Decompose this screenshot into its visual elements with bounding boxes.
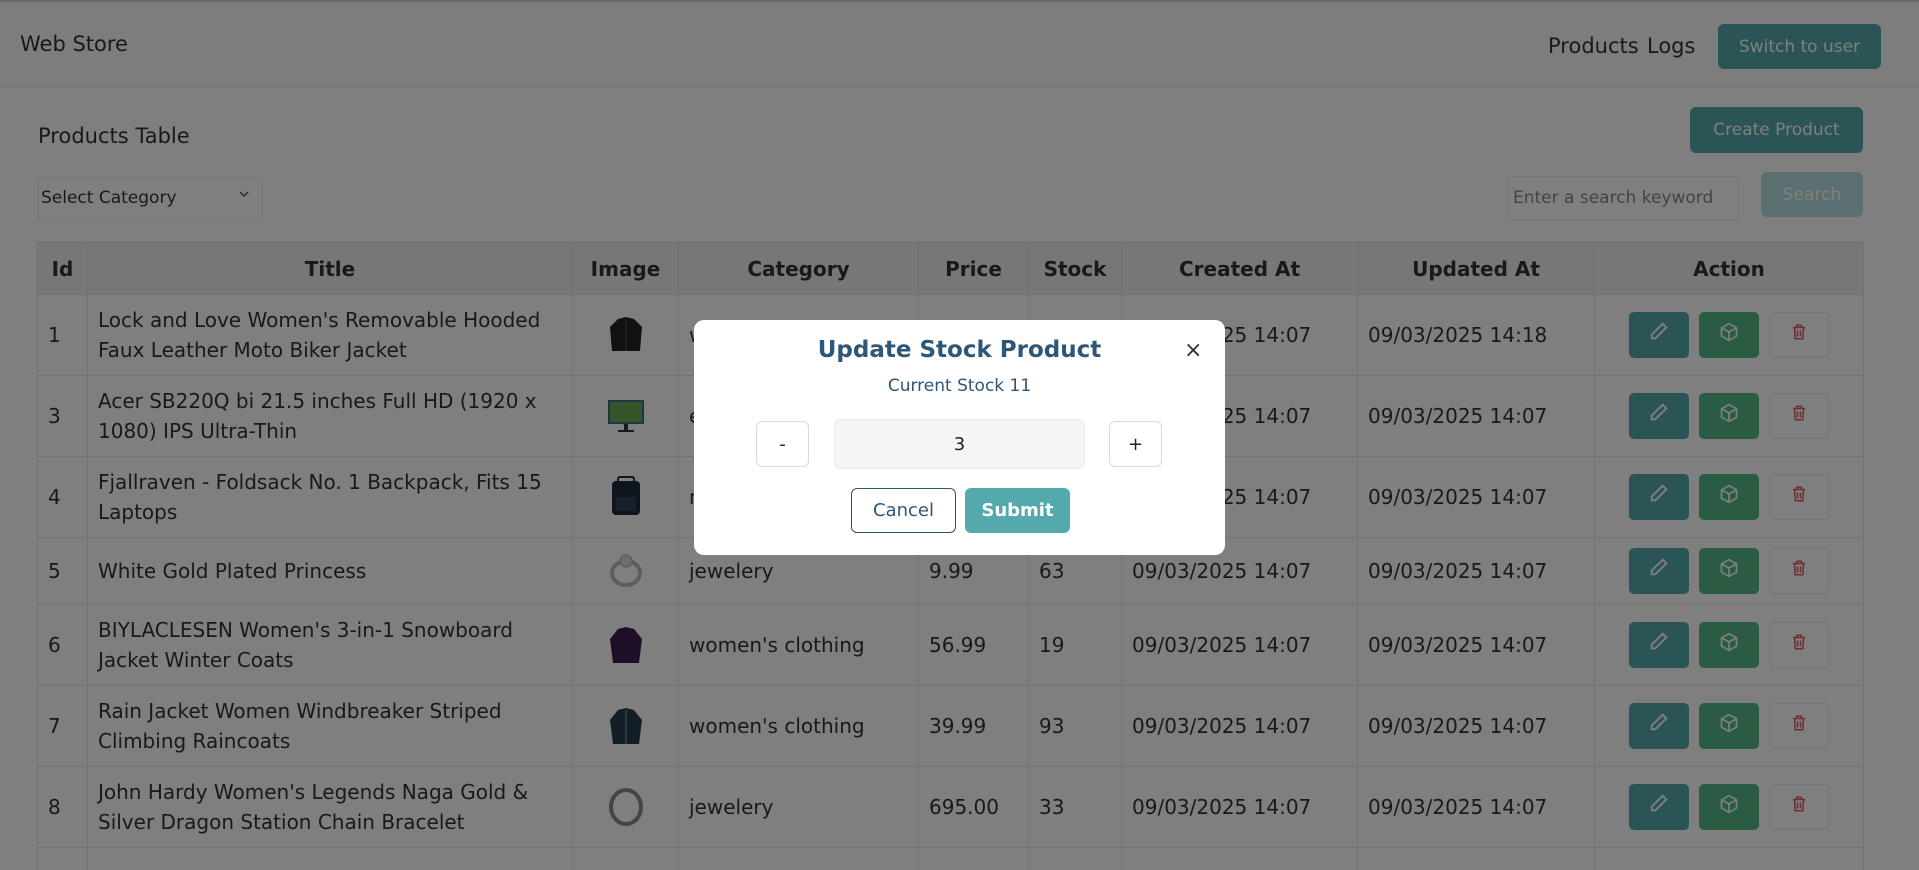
update-stock-modal: Update Stock Product Current Stock 11 × … [694, 320, 1225, 555]
modal-title: Update Stock Product [817, 337, 1102, 363]
close-icon[interactable]: × [1184, 338, 1202, 363]
cancel-button[interactable]: Cancel [851, 488, 956, 533]
quantity-input[interactable] [834, 419, 1085, 469]
current-stock-label: Current Stock 11 [887, 376, 1032, 396]
increase-button[interactable]: + [1109, 421, 1162, 467]
submit-button[interactable]: Submit [965, 488, 1070, 533]
decrease-button[interactable]: - [756, 421, 809, 467]
